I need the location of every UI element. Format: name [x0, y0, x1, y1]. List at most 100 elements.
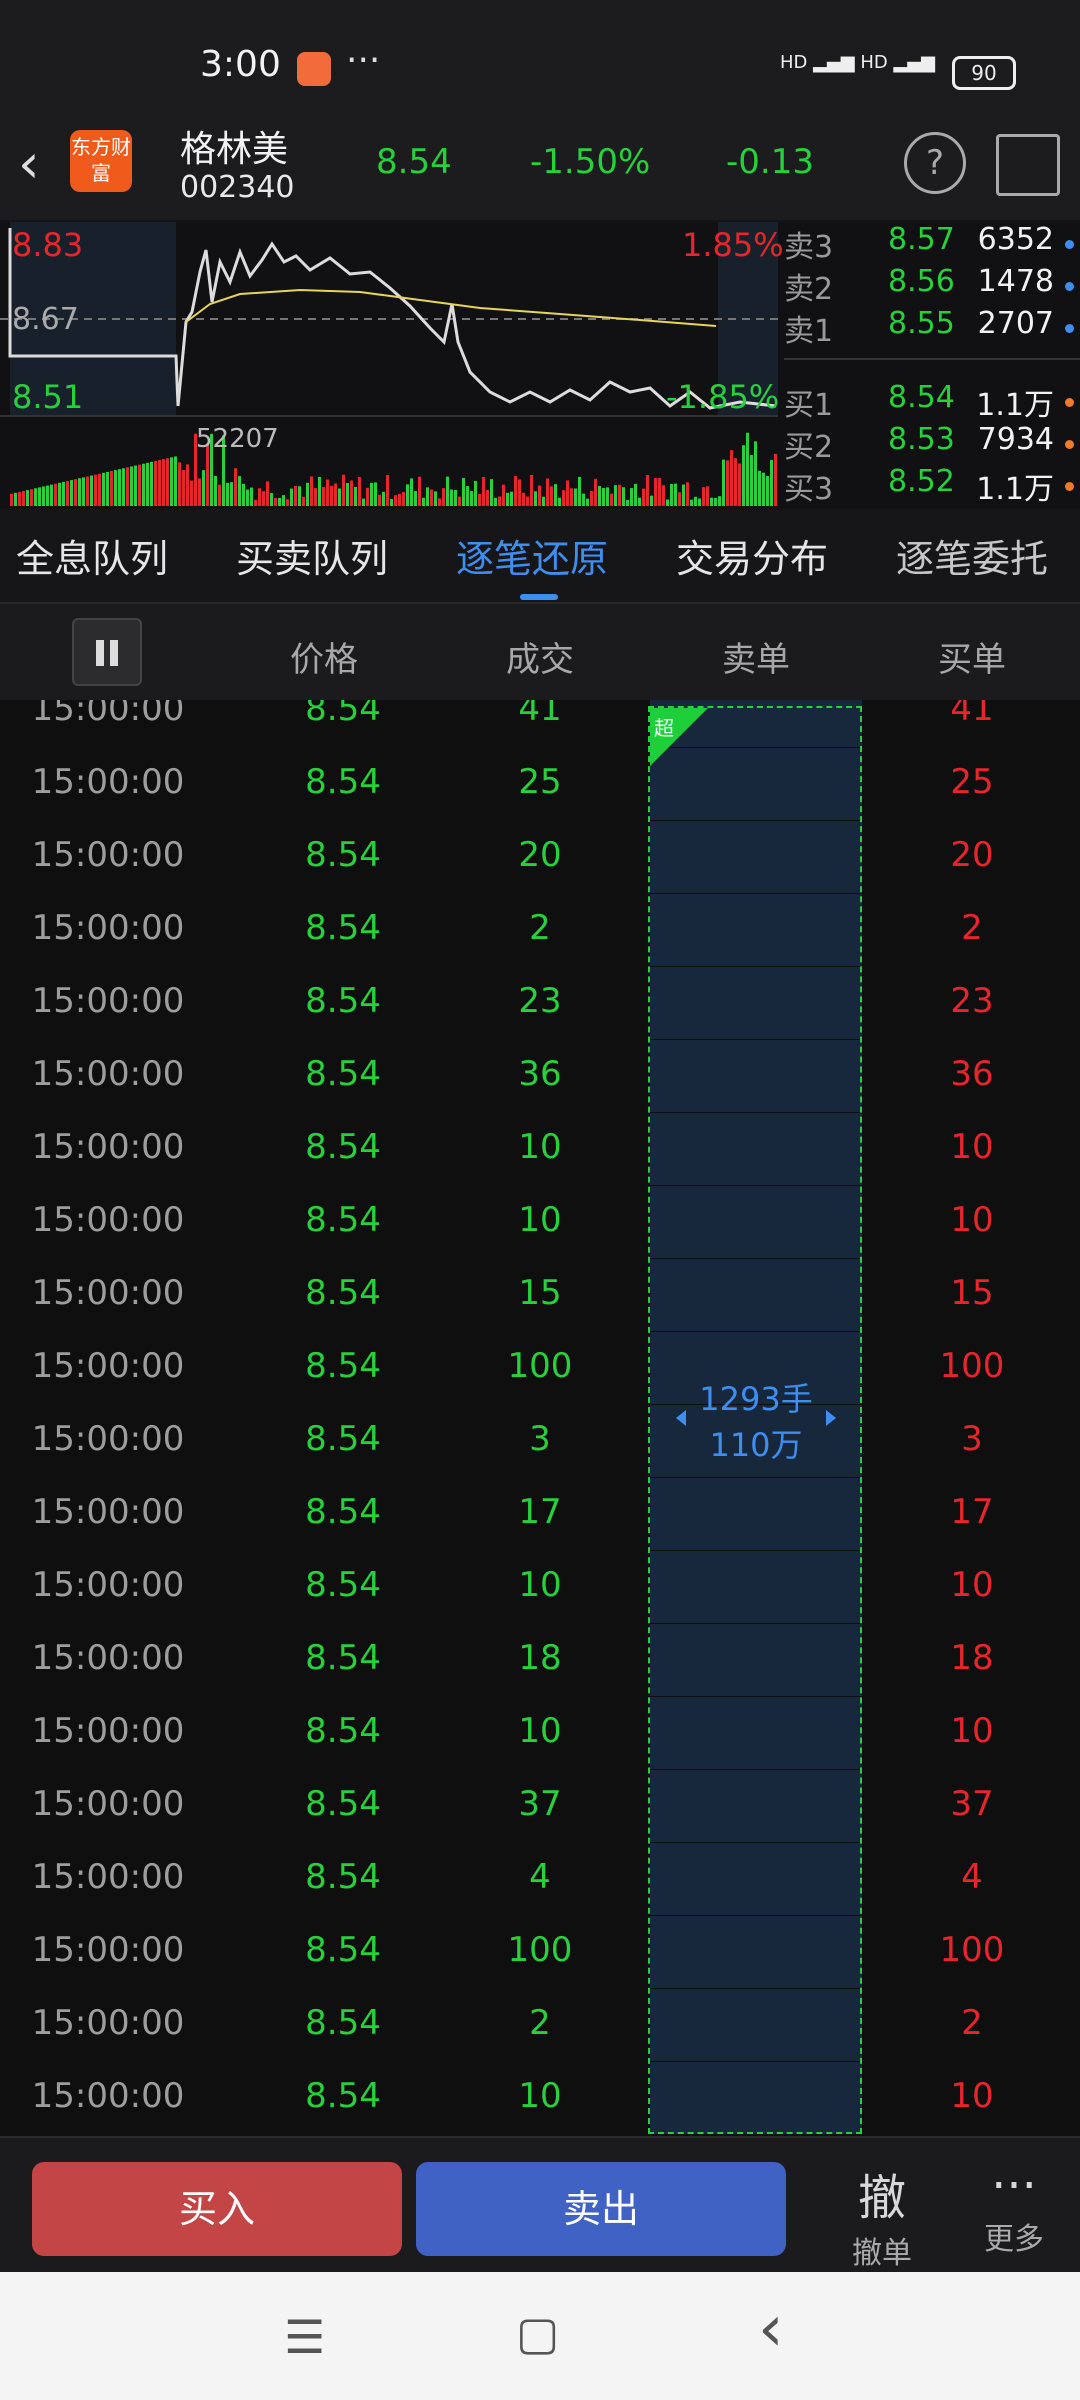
table-row[interactable]: 15:00:00 8.54 41 41: [0, 700, 1080, 748]
trade-price: 8.54: [305, 1565, 381, 1605]
trade-price: 8.54: [305, 2003, 381, 2043]
trade-buy-order: 25: [950, 762, 994, 802]
trade-volume: 23: [518, 981, 562, 1021]
table-row[interactable]: 15:00:00 8.54 20 20: [0, 821, 1080, 894]
table-row[interactable]: 15:00:00 8.54 2 2: [0, 1989, 1080, 2062]
volume-bar: [170, 457, 173, 506]
table-row[interactable]: 15:00:00 8.54 10 10: [0, 1551, 1080, 1624]
table-row[interactable]: 15:00:00 8.54 18 18: [0, 1624, 1080, 1697]
more-icon: ···: [991, 2158, 1037, 2214]
help-icon[interactable]: ?: [904, 132, 966, 194]
table-row[interactable]: 15:00:00 8.54 100 100: [0, 1916, 1080, 1989]
menu-icon[interactable]: ☰: [284, 2310, 325, 2364]
volume-bar: [390, 499, 393, 506]
volume-bar: [586, 498, 589, 506]
tick-table[interactable]: 15:00:00 8.54 41 41 15:00:00 8.54 25 25 15:00:00…: [0, 700, 1080, 2136]
volume-bar: [470, 491, 473, 506]
table-row[interactable]: 15:00:00 8.54 10 10: [0, 1697, 1080, 1770]
back-icon[interactable]: ‹: [18, 132, 40, 195]
volume-bar: [610, 493, 613, 506]
table-row[interactable]: 15:00:00 8.54 23 23: [0, 967, 1080, 1040]
volume-bar: [234, 468, 237, 506]
volume-bar: [574, 488, 577, 506]
pause-icon[interactable]: [72, 618, 142, 686]
table-row[interactable]: 15:00:00 8.54 3 3: [0, 1405, 1080, 1478]
bid-label: 买3: [784, 472, 834, 507]
volume-bar: [674, 483, 677, 506]
home-icon[interactable]: ▢: [516, 2306, 559, 2360]
volume-bar: [582, 493, 585, 506]
volume-bar: [46, 485, 49, 506]
tab-trade-distribution[interactable]: 交易分布: [676, 528, 828, 583]
trade-volume: 10: [518, 2076, 562, 2116]
volume-bar: [414, 491, 417, 506]
table-row[interactable]: 15:00:00 8.54 2 2: [0, 894, 1080, 967]
volume-bar: [346, 483, 349, 506]
volume-bar: [330, 485, 333, 506]
volume-bar: [654, 478, 657, 506]
table-row[interactable]: 15:00:00 8.54 10 10: [0, 1113, 1080, 1186]
volume-bar: [550, 486, 553, 506]
trade-volume: 41: [518, 700, 562, 729]
volume-bar: [658, 477, 661, 506]
more-button[interactable]: ··· 更多: [972, 2158, 1056, 2258]
tab-tick-restore[interactable]: 逐笔还原: [456, 528, 608, 583]
volume-bar: [622, 487, 625, 506]
volume-bar: [594, 478, 597, 506]
sell-button[interactable]: 卖出: [416, 2162, 786, 2256]
stock-header: ‹ 东方财富 格林美 002340 8.54 -1.50% -0.13 ?: [0, 112, 1080, 220]
volume-bar: [318, 476, 321, 506]
split-screen-icon[interactable]: [996, 134, 1060, 196]
col-sell-order: 卖单: [722, 640, 790, 680]
trade-time: 15:00:00: [31, 762, 185, 802]
trade-price: 8.54: [305, 1492, 381, 1532]
trade-buy-order: 3: [961, 1419, 983, 1459]
trade-volume: 10: [518, 1565, 562, 1605]
table-row[interactable]: 15:00:00 8.54 15 15: [0, 1259, 1080, 1332]
trade-buy-order: 10: [950, 1711, 994, 1751]
bid-label: 买2: [784, 430, 834, 465]
volume-bar: [278, 497, 281, 506]
volume-bar: [106, 471, 109, 506]
table-row[interactable]: 15:00:00 8.54 17 17: [0, 1478, 1080, 1551]
volume-bar: [642, 488, 645, 506]
volume-bar: [722, 459, 725, 506]
stock-code: 002340: [180, 170, 295, 205]
volume-bar: [134, 465, 137, 506]
status-time: 3:00: [200, 44, 281, 85]
volume-bar: [326, 479, 329, 506]
intraday-chart[interactable]: 8.83 8.67 8.51 1.85% -1.85% 52207 卖3 8.5…: [0, 222, 1080, 508]
buy-button[interactable]: 买入: [32, 2162, 402, 2256]
table-row[interactable]: 15:00:00 8.54 36 36: [0, 1040, 1080, 1113]
table-row[interactable]: 15:00:00 8.54 25 25: [0, 748, 1080, 821]
chart-mid-price: 8.67: [12, 302, 79, 337]
table-row[interactable]: 15:00:00 8.54 37 37: [0, 1770, 1080, 1843]
table-row[interactable]: 15:00:00 8.54 10 10: [0, 2062, 1080, 2135]
volume-bar: [430, 489, 433, 506]
volume-bar: [710, 497, 713, 506]
tab-full-queue[interactable]: 全息队列: [16, 528, 168, 583]
tab-tick-orders[interactable]: 逐笔委托: [896, 528, 1048, 583]
volume-bar: [698, 498, 701, 506]
cancel-order-button[interactable]: 撤 撤单: [840, 2158, 924, 2272]
tab-bid-ask-queue[interactable]: 买卖队列: [236, 528, 388, 583]
volume-bar: [774, 453, 777, 506]
trade-time: 15:00:00: [31, 700, 185, 729]
trade-buy-order: 10: [950, 1200, 994, 1240]
trade-price: 8.54: [305, 1857, 381, 1897]
volume-bar: [250, 487, 253, 506]
table-row[interactable]: 15:00:00 8.54 100 100: [0, 1332, 1080, 1405]
trade-time: 15:00:00: [31, 1200, 185, 1240]
table-row[interactable]: 15:00:00 8.54 4 4: [0, 1843, 1080, 1916]
table-row[interactable]: 15:00:00 8.54 10 10: [0, 1186, 1080, 1259]
volume-bar: [42, 486, 45, 506]
volume-bar: [738, 463, 741, 506]
trade-price: 8.54: [305, 1273, 381, 1313]
trade-buy-order: 17: [950, 1492, 994, 1532]
volume-bar: [70, 480, 73, 506]
volume-peak-label: 52207: [196, 424, 279, 454]
volume-bar: [362, 498, 365, 506]
volume-bar: [26, 490, 29, 506]
volume-bar: [446, 476, 449, 506]
back-nav-icon[interactable]: ‹: [758, 2292, 784, 2366]
